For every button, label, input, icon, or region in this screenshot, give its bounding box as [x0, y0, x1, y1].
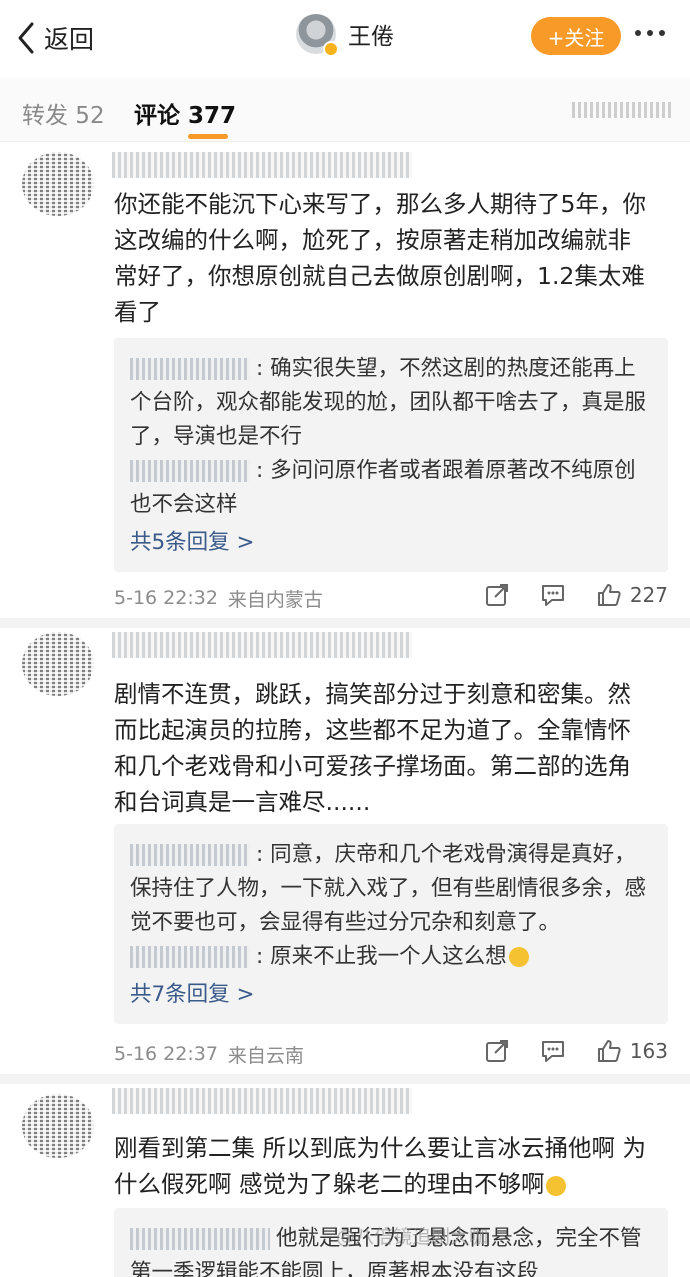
- divider: [0, 1074, 690, 1084]
- more-replies-link[interactable]: 共7条回复 >: [130, 978, 652, 1012]
- like-button[interactable]: 163: [596, 1038, 668, 1064]
- watermark: @八倍镜追剧大咖: [336, 1226, 489, 1248]
- thumbs-up-icon: [597, 584, 621, 606]
- reply-name-blurred[interactable]: [130, 460, 250, 482]
- divider: [0, 618, 690, 628]
- reply-box[interactable]: : 确实很失望，不然这剧的热度还能再上个台阶，观众都能发现的尬，团队都干啥去了，…: [114, 338, 668, 572]
- user-name[interactable]: 王倦: [348, 17, 394, 51]
- reply-name-blurred[interactable]: [130, 946, 250, 968]
- like-button[interactable]: 227: [596, 582, 668, 608]
- comment-time: 5-16 22:32: [114, 587, 218, 609]
- reply-item: : 多问问原作者或者跟着原著改不纯原创也不会这样: [130, 454, 652, 522]
- reply-item: : 同意，庆帝和几个老戏骨演得是真好，保持住了人物，一下就入戏了，但有些剧情很多…: [130, 838, 652, 940]
- tab-bar: 转发 52 评论 377: [0, 78, 690, 142]
- comment-text: 你还能不能沉下心来写了，那么多人期待了5年，你这改编的什么啊，尬死了，按原著走稍…: [114, 190, 646, 326]
- comment-icon[interactable]: [540, 582, 566, 608]
- crying-emoji-icon: [546, 1175, 567, 1196]
- commenter-avatar[interactable]: [22, 1094, 94, 1158]
- commenter-avatar[interactable]: [22, 152, 94, 216]
- sort-icon[interactable]: [572, 102, 672, 118]
- user-info[interactable]: 王倦: [296, 14, 394, 57]
- comment-icon[interactable]: [540, 1038, 566, 1064]
- back-label: 返回: [44, 25, 95, 54]
- commenter-avatar[interactable]: [22, 632, 94, 696]
- top-bar: 返回 王倦 +关注: [0, 0, 690, 78]
- back-button[interactable]: 返回: [14, 16, 94, 60]
- thumbs-up-icon: [597, 1040, 621, 1062]
- comment-actions: 163: [484, 1038, 668, 1064]
- comment-time: 5-16 22:37: [114, 1043, 218, 1065]
- like-count: 163: [629, 1039, 668, 1063]
- laugh-cry-emoji-icon: [508, 947, 529, 967]
- follow-button[interactable]: +关注: [531, 17, 621, 55]
- more-icon[interactable]: [635, 30, 665, 36]
- reply-box[interactable]: : 同意，庆帝和几个老戏骨演得是真好，保持住了人物，一下就入戏了，但有些剧情很多…: [114, 824, 668, 1024]
- comment-location: 来自云南: [227, 1044, 304, 1067]
- tab-repost[interactable]: 转发 52: [22, 96, 105, 130]
- comment-text-body: 刚看到第二集 所以到底为什么要让言冰云捅他啊 为什么假死啊 感觉为了躲老二的理由…: [114, 1134, 646, 1198]
- commenter-name-blurred[interactable]: [112, 152, 412, 178]
- comment-text: 剧情不连贯，跳跃，搞笑部分过于刻意和密集。然而比起演员的拉胯，这些都不足为道了。…: [114, 680, 631, 816]
- commenter-name-blurred[interactable]: [112, 632, 412, 658]
- like-count: 227: [629, 583, 668, 607]
- reply-item: : 确实很失望，不然这剧的热度还能再上个台阶，观众都能发现的尬，团队都干啥去了，…: [130, 352, 652, 454]
- commenter-name-blurred[interactable]: [112, 1088, 412, 1114]
- reply-name-blurred[interactable]: [130, 1228, 270, 1250]
- share-icon[interactable]: [484, 582, 510, 608]
- comment-text: 刚看到第二集 所以到底为什么要让言冰云捅他啊 为什么假死啊 感觉为了躲老二的理由…: [114, 1130, 654, 1202]
- chevron-left-icon: [18, 22, 34, 54]
- reply-name-blurred[interactable]: [130, 844, 250, 866]
- avatar[interactable]: [296, 14, 339, 57]
- comment-item: 你还能不能沉下心来写了，那么多人期待了5年，你这改编的什么啊，尬死了，按原著走稍…: [0, 142, 690, 622]
- reply-name-blurred[interactable]: [130, 358, 250, 380]
- reply-item: : 原来不止我一个人这么想: [130, 940, 652, 974]
- comment-location: 来自内蒙古: [227, 588, 323, 611]
- more-replies-link[interactable]: 共5条回复 >: [130, 526, 652, 560]
- reply-text: : 原来不止我一个人这么想: [256, 944, 507, 969]
- tab-comments[interactable]: 评论 377: [134, 96, 236, 130]
- verified-badge-icon: [323, 41, 339, 57]
- share-icon[interactable]: [484, 1038, 510, 1064]
- comment-item: 剧情不连贯，跳跃，搞笑部分过于刻意和密集。然而比起演员的拉胯，这些都不足为道了。…: [0, 628, 690, 1080]
- comment-actions: 227: [484, 582, 668, 608]
- tab-active-indicator: [188, 134, 228, 139]
